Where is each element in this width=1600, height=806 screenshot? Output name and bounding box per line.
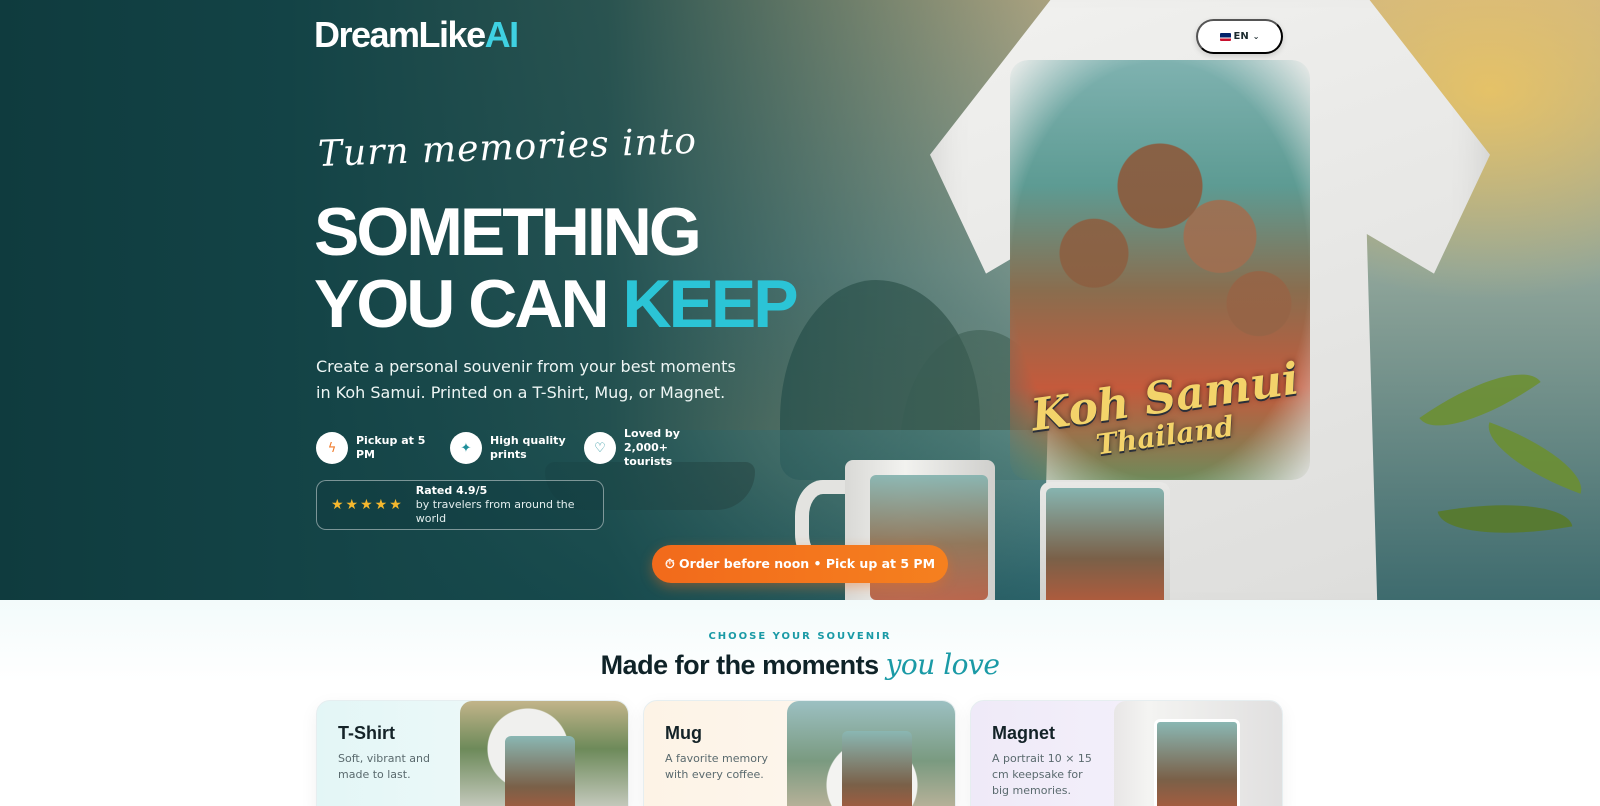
mug-card-image (787, 701, 955, 806)
feature-text: High quality prints (490, 434, 566, 461)
magnet-card-image (1114, 701, 1282, 806)
magnet-product-image (1040, 482, 1170, 600)
product-card-mug[interactable]: Mug A favorite memory with every coffee. (643, 700, 956, 806)
section-title-script: you love (885, 648, 1000, 681)
order-cta-button[interactable]: ⏱ Order before noon • Pick up at 5 PM (652, 545, 948, 583)
card-title: T-Shirt (338, 723, 395, 743)
headline-accent: KEEP (622, 266, 798, 342)
brand-logo[interactable]: DreamLikeAI (314, 14, 520, 56)
card-description: Soft, vibrant and made to last. (338, 752, 430, 781)
heart-icon: ♡ (584, 432, 616, 464)
section-eyebrow: CHOOSE YOUR SOUVENIR (708, 631, 892, 642)
print-title: Koh Samui Thailand (1020, 353, 1310, 461)
feature-text: Pickup at 5 PM (356, 434, 426, 461)
feature-item-loved: ♡ Loved by 2,000+ tourists (584, 427, 714, 469)
card-title: Mug (665, 723, 702, 743)
card-description: A favorite memory with every coffee. (665, 752, 768, 781)
feature-list: ϟ Pickup at 5 PM ✦ High quality prints ♡… (316, 427, 714, 469)
rating-title: Rated 4.9/5 (415, 484, 488, 497)
rating-stars-icon: ★★★★★ (331, 497, 404, 513)
lightning-icon: ϟ (316, 432, 348, 464)
card-title: Magnet (992, 723, 1055, 743)
tshirt-card-image (460, 701, 628, 806)
rating-badge: ★★★★★ Rated 4.9/5 by travelers from arou… (316, 480, 604, 530)
uk-flag-icon (1219, 32, 1231, 41)
headline-line1: SOMETHING (314, 194, 702, 270)
sparkle-icon: ✦ (450, 432, 482, 464)
headline-line2-main: YOU CAN (314, 266, 623, 342)
card-description: A portrait 10 × 15 cm keepsake for big m… (992, 752, 1092, 797)
chevron-down-icon: ⌄ (1252, 32, 1260, 41)
headline-line2: YOU CAN KEEP (314, 266, 799, 342)
rating-text: Rated 4.9/5 by travelers from around the… (416, 484, 603, 526)
product-card-tshirt[interactable]: T-Shirt Soft, vibrant and made to last. (316, 700, 629, 806)
section-title: Made for the moments you love (0, 648, 1600, 681)
language-selector-button[interactable]: EN ⌄ (1196, 19, 1283, 54)
product-card-magnet[interactable]: Magnet A portrait 10 × 15 cm keepsake fo… (970, 700, 1283, 806)
feature-item-pickup: ϟ Pickup at 5 PM (316, 427, 434, 469)
hero-headline: SOMETHING YOU CAN KEEP (314, 194, 799, 342)
brand-name-accent: AI (484, 14, 520, 55)
language-label: EN (1233, 31, 1249, 42)
feature-item-quality: ✦ High quality prints (450, 427, 568, 469)
section-title-main: Made for the moments (600, 650, 886, 680)
hero-section: Koh Samui Thailand (0, 0, 1600, 600)
feature-text: Loved by 2,000+ tourists (624, 427, 680, 468)
brand-name: DreamLike (314, 14, 486, 55)
rating-subtitle: by travelers from around the world (415, 498, 575, 525)
hero-subtitle: Create a personal souvenir from your bes… (316, 357, 736, 402)
